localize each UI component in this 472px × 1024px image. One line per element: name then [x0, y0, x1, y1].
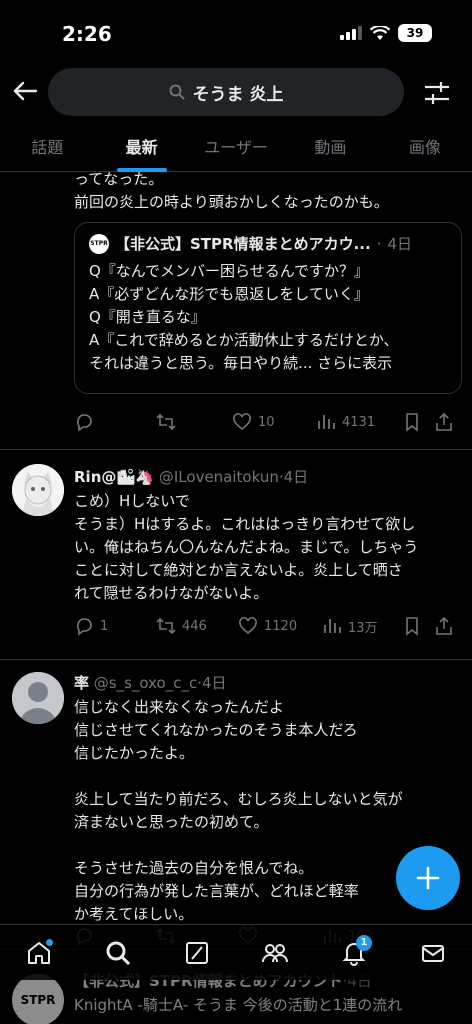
like-button[interactable]: 10	[232, 412, 316, 432]
tab-users[interactable]: ユーザー	[189, 126, 283, 172]
tab-videos[interactable]: 動画	[283, 126, 377, 172]
quote-avatar: STPR	[89, 233, 109, 254]
battery-indicator: 39	[398, 24, 432, 42]
default-avatar-icon	[12, 672, 64, 724]
bookmark-button[interactable]	[402, 616, 434, 636]
search-query: そうま 炎上	[192, 84, 284, 105]
tweet[interactable]: ってなった。 前回の炎上の時より頭おかしくなったのかも。 STPR 【非公式】S…	[0, 170, 472, 450]
nav-communities[interactable]	[255, 933, 295, 973]
quote-time: 4日	[387, 235, 413, 253]
search-icon	[169, 84, 185, 100]
mail-icon	[421, 944, 444, 962]
tweet-time: 4日	[202, 674, 227, 692]
tweet[interactable]: 率 @s_s_oxo_c_c·4日 信じなく出来なくなったんだよ 信じさせてくれ…	[0, 660, 472, 950]
tweet-text: KnightA -騎士A- そうま 今後の活動と1連の流れ	[74, 996, 403, 1014]
author-handle[interactable]: @s_s_oxo_c_c	[94, 674, 197, 692]
share-icon	[436, 616, 452, 635]
retweet-icon	[156, 617, 176, 635]
reply-icon	[77, 414, 92, 432]
retweet-icon	[156, 413, 176, 431]
nav-home[interactable]	[19, 933, 59, 973]
status-bar: 2:26 39	[0, 0, 472, 64]
search-icon	[106, 941, 131, 965]
tweet-actions: 1 446 1120 13万	[74, 614, 464, 638]
avatar[interactable]	[12, 672, 64, 724]
anime-avatar-icon	[12, 464, 64, 516]
views-icon	[318, 415, 335, 429]
author-name[interactable]: Rin@🏙🦄	[74, 468, 154, 486]
wifi-icon	[370, 25, 390, 40]
tweet-actions: 10 4131	[74, 410, 464, 434]
avatar[interactable]	[12, 464, 64, 516]
like-button[interactable]: 1120	[238, 616, 322, 636]
tab-latest[interactable]: 最新	[94, 126, 188, 172]
tweet-header: 率 @s_s_oxo_c_c·4日	[74, 674, 227, 692]
author-handle[interactable]: @ILovenaitokun	[159, 468, 279, 486]
tweet-time: 4日	[283, 468, 309, 486]
home-unread-dot	[46, 938, 54, 946]
views-button[interactable]: 13万	[322, 616, 402, 636]
quoted-tweet[interactable]: STPR 【非公式】STPR情報まとめアカウ... · 4日 Q『なんでメンバー…	[74, 222, 462, 394]
heart-icon	[233, 413, 251, 431]
nav-grok[interactable]	[177, 933, 217, 973]
search-input[interactable]: そうま 炎上	[48, 68, 404, 116]
tweet-text: こめ）Hしないで そうま）Hはするよ。これははっきり言わせて欲し い。俺はねちん…	[74, 492, 419, 602]
retweet-button[interactable]: 446	[156, 616, 238, 636]
share-button[interactable]	[434, 412, 462, 432]
bookmark-icon	[406, 413, 418, 432]
nav-messages[interactable]	[413, 933, 453, 973]
tweet-header: Rin@🏙🦄 @ILovenaitokun·4日	[74, 468, 309, 486]
views-button[interactable]: 4131	[316, 412, 402, 432]
notification-badge: 1	[355, 934, 372, 951]
views-icon	[324, 619, 341, 633]
signal-icon	[340, 26, 362, 40]
communities-icon	[262, 943, 289, 962]
author-name[interactable]: 率	[74, 674, 89, 692]
share-button[interactable]	[434, 616, 462, 636]
timeline: ってなった。 前回の炎上の時より頭おかしくなったのかも。 STPR 【非公式】S…	[0, 170, 472, 950]
grok-icon	[185, 941, 208, 964]
bottom-navigation: 1	[0, 924, 472, 980]
nav-notifications[interactable]: 1	[334, 933, 374, 973]
reply-icon	[77, 618, 92, 636]
bookmark-button[interactable]	[402, 412, 434, 432]
search-tabs: 話題 最新 ユーザー 動画 画像	[0, 126, 472, 172]
retweet-button[interactable]	[156, 412, 232, 432]
filter-icon[interactable]	[422, 78, 452, 108]
nav-search[interactable]	[98, 933, 138, 973]
tab-images[interactable]: 画像	[378, 126, 472, 172]
bookmark-icon	[406, 617, 418, 636]
plus-icon	[416, 866, 440, 890]
quote-text: Q『なんでメンバー困らせるんですか？』 A『必ずどんな形でも恩返しをしていく』 …	[89, 262, 399, 372]
compose-button[interactable]	[396, 846, 460, 910]
avatar[interactable]: STPR	[12, 974, 64, 1024]
status-icons: 39	[340, 24, 432, 42]
status-time: 2:26	[62, 22, 112, 46]
search-header: そうま 炎上 話題 最新 ユーザー 動画 画像	[0, 64, 472, 172]
reply-button[interactable]: 1	[74, 616, 156, 636]
back-arrow-icon[interactable]	[10, 76, 40, 106]
tweet[interactable]: Rin@🏙🦄 @ILovenaitokun·4日 こめ）Hしないで そうま）Hは…	[0, 450, 472, 660]
tweet-text: ってなった。 前回の炎上の時より頭おかしくなったのかも。	[74, 170, 389, 211]
heart-icon	[239, 617, 257, 635]
reply-button[interactable]	[74, 412, 156, 432]
quote-author-name: 【非公式】STPR情報まとめアカウ...	[115, 235, 371, 253]
share-icon	[436, 412, 452, 431]
tab-trending[interactable]: 話題	[0, 126, 94, 172]
